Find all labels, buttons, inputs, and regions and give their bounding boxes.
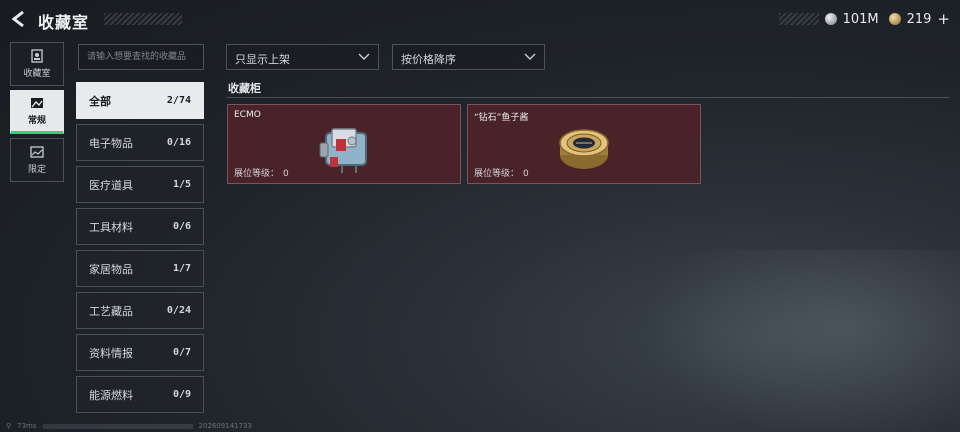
page-title: 收藏室 xyxy=(38,13,90,32)
category-electronics[interactable]: 电子物品 0/16 xyxy=(76,124,204,161)
category-label: 电子物品 xyxy=(89,136,133,150)
currency-decoration xyxy=(778,13,819,25)
category-label: 资料情报 xyxy=(89,346,133,360)
category-count: 2/74 xyxy=(166,95,191,106)
sort-dropdown[interactable]: 按价格降序 xyxy=(392,44,545,70)
mode-rail: 收藏室 常规 限定 xyxy=(10,42,64,186)
silver-coin-icon xyxy=(824,13,837,25)
category-count: 1/7 xyxy=(172,263,191,274)
back-arrow-icon xyxy=(11,10,24,28)
category-count: 0/7 xyxy=(172,347,191,358)
collectible-card-ecmo[interactable]: ECMO 展位等级： 0 xyxy=(227,104,461,184)
sort-value: 按价格降序 xyxy=(401,53,456,66)
category-label: 全部 xyxy=(89,94,111,108)
category-count: 0/16 xyxy=(166,137,191,148)
shelf-filter-value: 只显示上架 xyxy=(235,53,290,66)
chevron-down-icon xyxy=(358,53,370,60)
background-landscape xyxy=(640,250,960,432)
caviar-tin-icon xyxy=(559,129,609,169)
rail-item-label: 常规 xyxy=(27,116,46,126)
cabinet-title: 收藏柜 xyxy=(228,82,261,95)
collectible-card-caviar[interactable]: “钻石”鱼子酱 展位等级： 0 xyxy=(467,104,701,184)
ecmo-machine-icon xyxy=(319,128,367,173)
currency-display: 101M 219 + xyxy=(778,10,950,28)
add-currency-button[interactable]: + xyxy=(937,10,950,28)
ping-value: 73ms xyxy=(17,422,37,430)
category-label: 工艺藏品 xyxy=(89,304,133,318)
category-count: 0/9 xyxy=(172,389,191,400)
wifi-icon: ⚲ xyxy=(6,422,12,430)
category-count: 0/6 xyxy=(172,221,191,232)
rail-item-label: 限定 xyxy=(27,165,46,175)
top-bar: 收藏室 101M 219 + xyxy=(0,0,960,38)
silver-balance: 101M xyxy=(842,11,879,27)
category-medical[interactable]: 医疗道具 1/5 xyxy=(76,166,204,203)
category-label: 医疗道具 xyxy=(89,178,133,192)
regular-icon xyxy=(31,98,43,108)
level-label: 展位等级： xyxy=(474,169,520,179)
search-input[interactable] xyxy=(78,44,204,70)
rail-item-collection-room[interactable]: 收藏室 xyxy=(10,42,64,86)
title-decoration xyxy=(104,13,182,25)
back-button[interactable] xyxy=(8,8,30,30)
shelf-filter-dropdown[interactable]: 只显示上架 xyxy=(226,44,379,70)
collection-room-icon xyxy=(31,49,43,63)
level-label: 展位等级： xyxy=(234,169,280,179)
item-level: 展位等级： 0 xyxy=(474,166,529,179)
status-decoration xyxy=(42,423,193,429)
category-crafts[interactable]: 工艺藏品 0/24 xyxy=(76,292,204,329)
item-name: “钻石”鱼子酱 xyxy=(474,113,529,123)
category-list: 全部 2/74 电子物品 0/16 医疗道具 1/5 工具材料 0/6 家居物品… xyxy=(76,82,204,418)
item-name: ECMO xyxy=(234,110,261,120)
category-tools[interactable]: 工具材料 0/6 xyxy=(76,208,204,245)
rail-item-label: 收藏室 xyxy=(23,69,51,79)
limited-icon xyxy=(30,146,44,158)
item-level: 展位等级： 0 xyxy=(234,166,289,179)
category-energy[interactable]: 能源燃料 0/9 xyxy=(76,376,204,413)
category-household[interactable]: 家居物品 1/7 xyxy=(76,250,204,287)
level-value: 0 xyxy=(283,169,289,179)
gold-balance: 219 xyxy=(906,11,932,27)
category-all[interactable]: 全部 2/74 xyxy=(76,82,204,119)
gold-coin-icon xyxy=(888,13,901,25)
rail-item-limited[interactable]: 限定 xyxy=(10,138,64,182)
category-label: 能源燃料 xyxy=(89,388,133,402)
status-bar: ⚲ 73ms 202609141733 xyxy=(6,421,252,431)
category-label: 工具材料 xyxy=(89,220,133,234)
chevron-down-icon xyxy=(524,53,536,60)
build-number: 202609141733 xyxy=(198,422,252,430)
divider xyxy=(226,97,950,98)
rail-item-regular[interactable]: 常规 xyxy=(10,90,64,134)
category-count: 1/5 xyxy=(172,179,191,190)
category-intel[interactable]: 资料情报 0/7 xyxy=(76,334,204,371)
category-label: 家居物品 xyxy=(89,262,133,276)
category-count: 0/24 xyxy=(166,305,191,316)
level-value: 0 xyxy=(523,169,529,179)
